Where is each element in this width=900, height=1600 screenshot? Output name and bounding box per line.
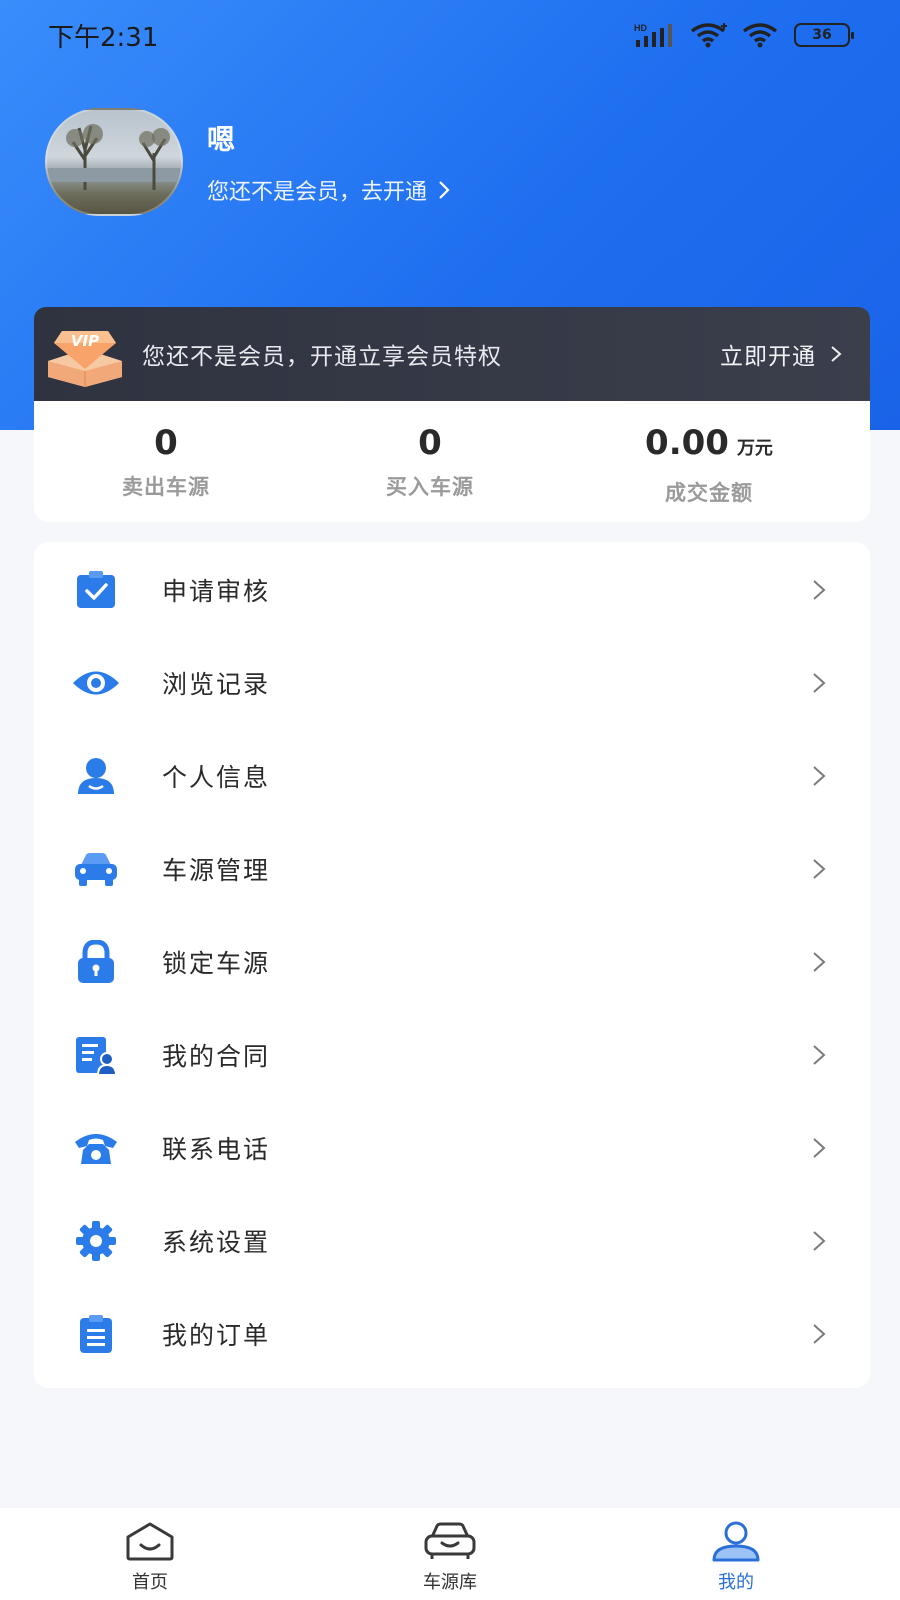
open-vip-label: 立即开通 bbox=[720, 344, 816, 370]
stat-sold-cars[interactable]: 0 卖出车源 bbox=[96, 423, 236, 501]
menu-item-label: 锁定车源 bbox=[162, 948, 271, 978]
lock-icon bbox=[72, 938, 120, 986]
profile-icon bbox=[710, 1518, 762, 1564]
profile-text: 嗯 您还不是会员，去开通 bbox=[207, 118, 451, 206]
phone-icon bbox=[72, 1124, 120, 1172]
username: 嗯 bbox=[207, 123, 236, 156]
status-icons: HD 36 bbox=[634, 22, 854, 48]
tab-car-library[interactable]: 车源库 bbox=[390, 1508, 510, 1600]
order-list-icon bbox=[72, 1310, 120, 1358]
menu-item-label: 我的合同 bbox=[162, 1041, 271, 1071]
stat-deal-amount[interactable]: 0.00 万元 成交金额 bbox=[624, 423, 794, 507]
tab-label: 首页 bbox=[132, 1572, 168, 1593]
chevron-right-icon bbox=[813, 672, 826, 693]
vip-badge-icon: VIP bbox=[42, 319, 128, 389]
vip-message: 您还不是会员，开通立享会员特权 bbox=[142, 344, 502, 370]
stat-label: 卖出车源 bbox=[122, 475, 210, 499]
stat-value: 0.00 万元 bbox=[645, 423, 773, 463]
chevron-right-icon bbox=[813, 1323, 826, 1344]
menu-item-label: 申请审核 bbox=[162, 576, 271, 606]
menu-item-label: 浏览记录 bbox=[162, 669, 271, 699]
clipboard-check-icon bbox=[72, 566, 120, 614]
stats-card: 0 卖出车源 0 买入车源 0.00 万元 成交金额 bbox=[34, 401, 870, 522]
avatar-tree-right bbox=[139, 128, 170, 190]
tab-home[interactable]: 首页 bbox=[90, 1508, 210, 1600]
car-library-icon bbox=[422, 1518, 478, 1564]
stat-bought-cars[interactable]: 0 买入车源 bbox=[360, 423, 500, 501]
avatar[interactable] bbox=[45, 108, 183, 216]
menu-item-locked-cars[interactable]: 锁定车源 bbox=[34, 915, 870, 1008]
menu-item-label: 个人信息 bbox=[162, 762, 271, 792]
svg-text:VIP: VIP bbox=[71, 332, 99, 350]
menu-card: 申请审核 浏览记录 个人信息 车源管理 锁定车源 我的合同 联系电话 系统设置 … bbox=[34, 542, 870, 1388]
stat-value: 0 bbox=[418, 423, 442, 463]
profile-section[interactable]: 嗯 您还不是会员，去开通 bbox=[45, 108, 451, 216]
menu-item-car-management[interactable]: 车源管理 bbox=[34, 822, 870, 915]
gear-icon bbox=[72, 1217, 120, 1265]
wifi-icon bbox=[690, 23, 727, 48]
open-vip-button[interactable]: 立即开通 bbox=[720, 337, 842, 371]
stat-value: 0 bbox=[154, 423, 178, 463]
home-icon bbox=[124, 1518, 176, 1564]
stat-label: 买入车源 bbox=[386, 475, 474, 499]
member-prompt-text: 您还不是会员，去开通 bbox=[207, 180, 428, 205]
menu-item-my-orders[interactable]: 我的订单 bbox=[34, 1287, 870, 1380]
svg-text:HD: HD bbox=[634, 23, 647, 33]
stat-label: 成交金额 bbox=[665, 481, 753, 505]
signal-icon: HD bbox=[634, 23, 672, 47]
tab-mine[interactable]: 我的 bbox=[676, 1508, 796, 1600]
menu-item-label: 联系电话 bbox=[162, 1134, 271, 1164]
menu-item-system-settings[interactable]: 系统设置 bbox=[34, 1194, 870, 1287]
bottom-tab-bar: 首页 车源库 我的 bbox=[0, 1508, 900, 1600]
menu-item-personal-info[interactable]: 个人信息 bbox=[34, 729, 870, 822]
stat-unit: 万元 bbox=[736, 438, 773, 459]
menu-item-contact-phone[interactable]: 联系电话 bbox=[34, 1101, 870, 1194]
contract-icon bbox=[72, 1031, 120, 1079]
chevron-right-icon bbox=[813, 1137, 826, 1158]
menu-item-label: 我的订单 bbox=[162, 1320, 271, 1350]
menu-item-application-review[interactable]: 申请审核 bbox=[34, 543, 870, 636]
person-icon bbox=[72, 752, 120, 800]
chevron-right-icon bbox=[813, 951, 826, 972]
menu-item-my-contracts[interactable]: 我的合同 bbox=[34, 1008, 870, 1101]
chevron-right-icon bbox=[813, 1230, 826, 1251]
chevron-right-icon bbox=[439, 181, 450, 199]
menu-item-label: 车源管理 bbox=[162, 855, 271, 885]
tab-label: 我的 bbox=[718, 1572, 754, 1593]
eye-icon bbox=[72, 659, 120, 707]
battery-icon: 36 bbox=[794, 23, 854, 47]
tab-label: 车源库 bbox=[423, 1572, 477, 1593]
status-time: 下午2:31 bbox=[48, 22, 159, 53]
status-bar: 下午2:31 HD 36 bbox=[0, 0, 900, 70]
car-icon bbox=[72, 845, 120, 893]
open-membership-link[interactable]: 您还不是会员，去开通 bbox=[207, 174, 451, 206]
menu-item-browse-history[interactable]: 浏览记录 bbox=[34, 636, 870, 729]
vip-banner[interactable]: VIP 您还不是会员，开通立享会员特权 立即开通 bbox=[34, 307, 870, 401]
chevron-right-icon bbox=[813, 1044, 826, 1065]
menu-item-label: 系统设置 bbox=[162, 1227, 271, 1257]
chevron-right-icon bbox=[831, 346, 842, 362]
chevron-right-icon bbox=[813, 765, 826, 786]
wifi-6-icon bbox=[742, 23, 778, 48]
chevron-right-icon bbox=[813, 579, 826, 600]
chevron-right-icon bbox=[813, 858, 826, 879]
